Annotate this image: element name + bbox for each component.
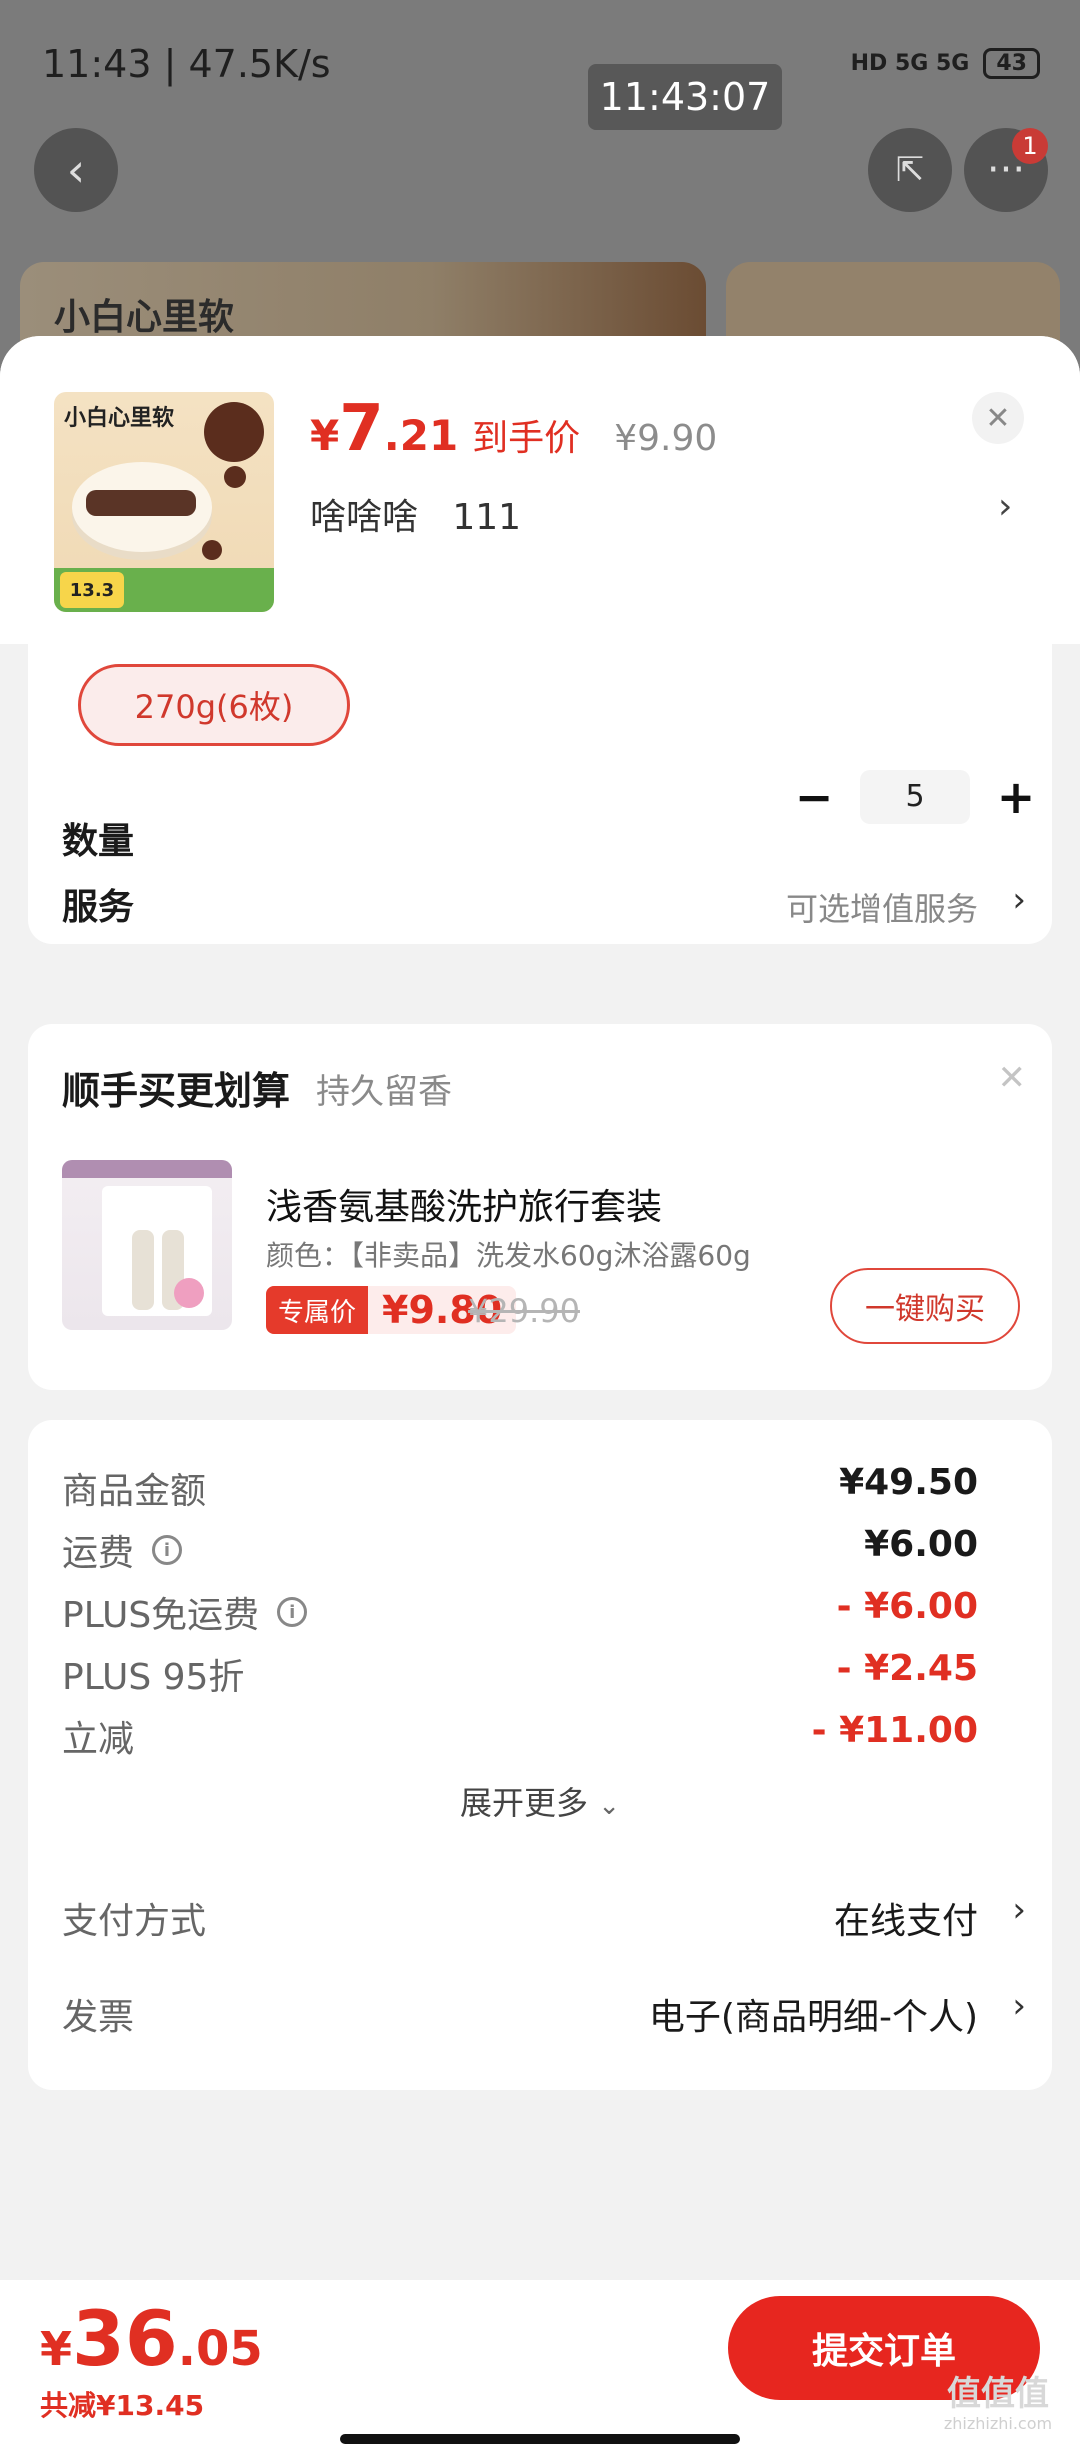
fee-label-text: 商品金额 [62, 1471, 207, 1512]
fee-label-text: PLUS免运费 [62, 1595, 260, 1636]
addon-product-color: 颜色：【非卖品】洗发水60g沐浴露60g [266, 1239, 751, 1272]
thumbnail-decoration [202, 540, 222, 560]
thumbnail-decoration [224, 466, 246, 488]
service-label: 服务 [62, 887, 135, 928]
close-icon[interactable]: ✕ [998, 1058, 1027, 1098]
original-price: ¥9.90 [614, 418, 718, 459]
price-integer: 7 [339, 392, 384, 466]
thumbnail-logo: 小白心里软 [64, 406, 175, 431]
watermark: 值值值 zhizhizhi.com [928, 2374, 1068, 2434]
fee-value-goods: ¥49.50 [839, 1462, 978, 1503]
thumbnail-decoration [204, 402, 264, 462]
addon-product-image[interactable] [62, 1160, 232, 1330]
addon-product-name[interactable]: 浅香氨基酸洗护旅行套装 [266, 1178, 662, 1230]
quick-buy-button[interactable]: 一键购买 [830, 1268, 1020, 1344]
product-price: ¥ 7 .21 到手价 ¥9.90 [310, 392, 717, 466]
fee-label-plus-free-shipping: PLUS免运费 i [62, 1586, 308, 1638]
price-decimal: .21 [383, 411, 459, 460]
addon-card: 顺手买更划算 持久留香 ✕ 浅香氨基酸洗护旅行套装 颜色：【非卖品】洗发水60g… [28, 1024, 1052, 1390]
background-brand: 小白心里软 [54, 297, 235, 338]
share-icon[interactable]: ⇱ [868, 128, 952, 212]
checkout-footer: ¥ 36 .05 共减¥13.45 提交订单 值值值 zhizhizhi.com [0, 2280, 1080, 2460]
selected-variant[interactable]: 啥啥啥 111 [310, 488, 521, 540]
addon-subtitle: 持久留香 [316, 1072, 452, 1112]
back-icon[interactable]: ‹ [34, 128, 118, 212]
info-icon[interactable]: i [152, 1535, 183, 1565]
fee-label-shipping: 运费 i [62, 1524, 183, 1576]
quantity-input[interactable]: 5 [860, 770, 970, 824]
service-value[interactable]: 可选增值服务 [786, 884, 978, 930]
time-overlay: 11:43:07 [588, 64, 782, 130]
fee-value-instant-discount: - ¥11.00 [811, 1710, 978, 1751]
notification-badge: 1 [1012, 128, 1048, 164]
watermark-text: 值值值 [947, 2374, 1049, 2414]
fee-label-plus-discount: PLUS 95折 [62, 1648, 244, 1700]
watermark-url: zhizhizhi.com [943, 2414, 1053, 2433]
chevron-right-icon[interactable]: › [1012, 1890, 1026, 1930]
spec-card: 270g(6枚) 数量 − 5 + 服务 可选增值服务 › [28, 644, 1052, 944]
payment-card: 支付方式 在线支付 › 发票 电子(商品明细-个人) › [28, 1850, 1052, 2090]
total-saved: 共减¥13.45 [40, 2389, 205, 2422]
info-icon[interactable]: i [277, 1597, 308, 1627]
status-icons: HD 5G 5G 43 [851, 48, 1040, 79]
fee-value-plus-discount: - ¥2.45 [836, 1648, 978, 1689]
payment-method-label: 支付方式 [62, 1901, 207, 1942]
quantity-label: 数量 [62, 821, 135, 862]
fee-label-text: 立减 [62, 1719, 135, 1760]
product-header: 小白心里软 13.3 ¥ 7 .21 到手价 ¥9.90 ✕ 啥啥啥 111 › [0, 336, 1080, 644]
thumbnail-promo-tag: 13.3 [60, 572, 124, 608]
invoice-value[interactable]: 电子(商品明细-个人) [649, 1988, 978, 2040]
chevron-right-icon[interactable]: › [1012, 1986, 1026, 2026]
total-currency: ¥ [40, 2322, 73, 2376]
plus-button[interactable]: + [990, 770, 1042, 824]
battery-icon: 43 [983, 48, 1040, 79]
chevron-right-icon[interactable]: › [1012, 880, 1026, 920]
payment-method-value[interactable]: 在线支付 [834, 1892, 978, 1944]
fee-label-instant-discount: 立减 [62, 1710, 134, 1762]
quantity-stepper: − 5 + [788, 770, 1042, 824]
close-icon[interactable]: ✕ [972, 392, 1024, 444]
price-label: 到手价 [472, 418, 581, 459]
chevron-down-icon: ⌄ [598, 1791, 620, 1821]
total-integer: 36 [72, 2294, 178, 2383]
status-bar: 11:43 | 47.5K/s HD 5G 5G 43 [0, 0, 1080, 130]
fee-label-goods: 商品金额 [62, 1462, 206, 1514]
thumbnail-filling [86, 490, 196, 516]
minus-button[interactable]: − [788, 770, 840, 824]
home-indicator[interactable] [340, 2434, 740, 2444]
fee-label-text: PLUS 95折 [62, 1657, 245, 1698]
expand-more-label: 展开更多 [460, 1784, 589, 1822]
thumbnail-promo-bar: 13.3 [54, 568, 274, 612]
image-band [62, 1160, 232, 1178]
chevron-right-icon[interactable]: › [998, 486, 1012, 527]
status-time-speed: 11:43 | 47.5K/s [42, 42, 331, 86]
fee-value-plus-free-shipping: - ¥6.00 [836, 1586, 978, 1627]
image-bottle [132, 1230, 154, 1310]
fee-value-shipping: ¥6.00 [864, 1524, 978, 1565]
invoice-label: 发票 [62, 1997, 135, 2038]
total-decimal: .05 [177, 2321, 263, 2377]
order-sheet: 小白心里软 13.3 ¥ 7 .21 到手价 ¥9.90 ✕ 啥啥啥 111 ›… [0, 336, 1080, 2460]
network-icon: HD 5G 5G [850, 51, 970, 76]
fee-label-text: 运费 [62, 1533, 135, 1574]
price-currency: ¥ [310, 411, 340, 460]
product-thumbnail: 小白心里软 13.3 [54, 392, 274, 612]
total-price: ¥ 36 .05 [40, 2294, 263, 2383]
exclusive-price-tag: 专属价 [266, 1286, 369, 1334]
spec-option-selected[interactable]: 270g(6枚) [78, 664, 350, 746]
addon-old-price: ¥29.90 [468, 1292, 580, 1330]
image-flower [174, 1278, 204, 1308]
addon-title: 顺手买更划算 [62, 1069, 291, 1113]
expand-more-button[interactable]: 展开更多 ⌄ [28, 1778, 1052, 1824]
